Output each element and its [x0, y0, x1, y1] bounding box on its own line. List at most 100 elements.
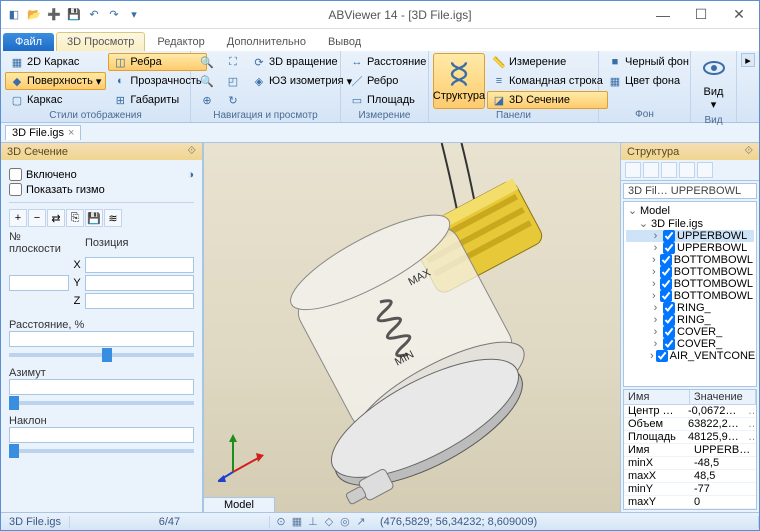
property-row[interactable]: Центр масс-0,06721489… [624, 405, 756, 418]
expander-icon[interactable]: › [650, 278, 658, 290]
property-row[interactable]: minY-77 [624, 483, 756, 496]
plane-remove-icon[interactable]: − [28, 209, 46, 227]
tree-item-checkbox[interactable] [663, 338, 675, 350]
snap-icon[interactable]: ⊙ [274, 515, 288, 529]
expander-icon[interactable]: › [650, 350, 654, 362]
minimize-button[interactable]: — [653, 5, 673, 25]
tree-item[interactable]: ›COVER_ [626, 338, 754, 350]
property-row[interactable]: ИмяUPPERBOWL [624, 444, 756, 457]
ortho-icon[interactable]: ⊥ [306, 515, 320, 529]
structure-breadcrumb[interactable]: 3D Fil… UPPERBOWL [623, 183, 757, 199]
more-icon[interactable]: … [744, 418, 756, 430]
btn-view[interactable]: Вид▾ [695, 53, 732, 114]
btn-structure[interactable]: Структура [433, 53, 485, 109]
tree-root[interactable]: ⌄Model [626, 204, 754, 217]
btn-area[interactable]: ▭Площадь [345, 91, 431, 109]
expand-icon[interactable] [679, 162, 695, 178]
grid-icon[interactable]: ▦ [290, 515, 304, 529]
tree-item-checkbox[interactable] [660, 254, 672, 266]
btn-bg-color[interactable]: ▦Цвет фона [603, 72, 694, 90]
property-row[interactable]: Объем63822,23489… [624, 418, 756, 431]
tree-item-checkbox[interactable] [660, 290, 672, 302]
refresh-tree-icon[interactable] [697, 162, 713, 178]
undo-icon[interactable]: ↶ [85, 6, 103, 24]
save-icon[interactable]: 💾 [65, 6, 83, 24]
expander-icon[interactable]: › [650, 302, 661, 314]
x-input[interactable] [85, 257, 194, 273]
btn-surface[interactable]: ◆Поверхность ▾ [5, 72, 106, 90]
section-mode-icon[interactable]: ◑ [187, 169, 194, 181]
property-row[interactable]: maxY0 [624, 496, 756, 509]
btn-wireframe[interactable]: ▢Каркас [5, 91, 106, 109]
property-row[interactable]: maxX48,5 [624, 470, 756, 483]
expander-icon[interactable]: › [650, 326, 661, 338]
expander-icon[interactable]: › [650, 266, 658, 278]
tree-item[interactable]: ›AIR_VENTCONE [626, 350, 754, 362]
tree-item-checkbox[interactable] [663, 230, 675, 242]
tab-editor[interactable]: Редактор [147, 33, 214, 51]
btn-cmdline[interactable]: ≡Командная строка [487, 72, 608, 90]
gizmo-checkbox[interactable] [9, 183, 22, 196]
maximize-button[interactable]: ☐ [691, 5, 711, 25]
close-tab-icon[interactable]: × [68, 127, 74, 139]
tree-file[interactable]: ⌄3D File.igs [626, 217, 754, 230]
btn-zoom-out[interactable]: 🔍 [195, 72, 219, 90]
tilt-slider[interactable] [9, 449, 194, 453]
add-icon[interactable]: ➕ [45, 6, 63, 24]
more-icon[interactable]: … [744, 431, 756, 443]
tree-item[interactable]: ›RING_ [626, 314, 754, 326]
tree-mode-icon[interactable] [625, 162, 641, 178]
btn-2d-frame[interactable]: ▦2D Каркас [5, 53, 106, 71]
expander-icon[interactable]: › [650, 254, 658, 266]
tree-item[interactable]: ›BOTTOMBOWL [626, 290, 754, 302]
tree-item[interactable]: ›UPPERBOWL [626, 242, 754, 254]
document-tab[interactable]: 3D File.igs × [5, 125, 81, 140]
tree-item-checkbox[interactable] [656, 350, 668, 362]
plane-add-icon[interactable]: + [9, 209, 27, 227]
tree-item[interactable]: ›BOTTOMBOWL [626, 266, 754, 278]
plane-copy-icon[interactable]: ⎘ [66, 209, 84, 227]
azimuth-slider[interactable] [9, 401, 194, 405]
btn-zoom-window[interactable]: ◰ [221, 72, 245, 90]
btn-3d-section[interactable]: ◪3D Сечение [487, 91, 608, 109]
tree-item-checkbox[interactable] [663, 314, 675, 326]
btn-zoom-fit[interactable]: ⛶ [221, 53, 245, 71]
viewport[interactable]: MAX MIN Model [203, 143, 621, 512]
tab-output[interactable]: Вывод [318, 33, 371, 51]
ribbon-collapse-icon[interactable]: ▸ [741, 53, 755, 67]
tab-3d-view[interactable]: 3D Просмотр [56, 32, 145, 51]
enabled-checkbox[interactable] [9, 168, 22, 181]
polar-icon[interactable]: ◇ [322, 515, 336, 529]
expander-icon[interactable]: ⌄ [627, 204, 638, 217]
tree-item[interactable]: ›BOTTOMBOWL [626, 254, 754, 266]
plane-flip-icon[interactable]: ⇄ [47, 209, 65, 227]
distance-input[interactable] [9, 331, 194, 347]
plane-layers-icon[interactable]: ≋ [104, 209, 122, 227]
open-icon[interactable]: 📂 [25, 6, 43, 24]
expander-icon[interactable]: › [650, 314, 661, 326]
property-row[interactable]: Площадь48125,90179… [624, 431, 756, 444]
redo-icon[interactable]: ↷ [105, 6, 123, 24]
panel-pin-icon[interactable]: ⟐ [187, 145, 196, 158]
tree-item[interactable]: ›UPPERBOWL [626, 230, 754, 242]
panel-pin-icon[interactable]: ⟐ [744, 145, 753, 158]
tree-item[interactable]: ›RING_ [626, 302, 754, 314]
osnap-icon[interactable]: ◎ [338, 515, 352, 529]
btn-distance[interactable]: ↔Расстояние [345, 53, 431, 71]
tree-item-checkbox[interactable] [660, 266, 672, 278]
plane-list[interactable] [9, 275, 69, 291]
expander-icon[interactable]: › [650, 242, 661, 254]
btn-edge[interactable]: ／Ребро [345, 72, 431, 90]
app-icon[interactable]: ◧ [5, 6, 23, 24]
tree-item-checkbox[interactable] [663, 242, 675, 254]
tree-item[interactable]: ›COVER_ [626, 326, 754, 338]
y-input[interactable] [85, 275, 194, 291]
file-tab[interactable]: Файл [3, 33, 54, 51]
expander-icon[interactable]: ⌄ [638, 217, 649, 230]
qat-dropdown-icon[interactable]: ▾ [125, 6, 143, 24]
property-row[interactable]: minX-48,5 [624, 457, 756, 470]
tree-item-checkbox[interactable] [660, 278, 672, 290]
btn-zoom-in[interactable]: 🔍 [195, 53, 219, 71]
tilt-input[interactable] [9, 427, 194, 443]
tree-item[interactable]: ›BOTTOMBOWL [626, 278, 754, 290]
